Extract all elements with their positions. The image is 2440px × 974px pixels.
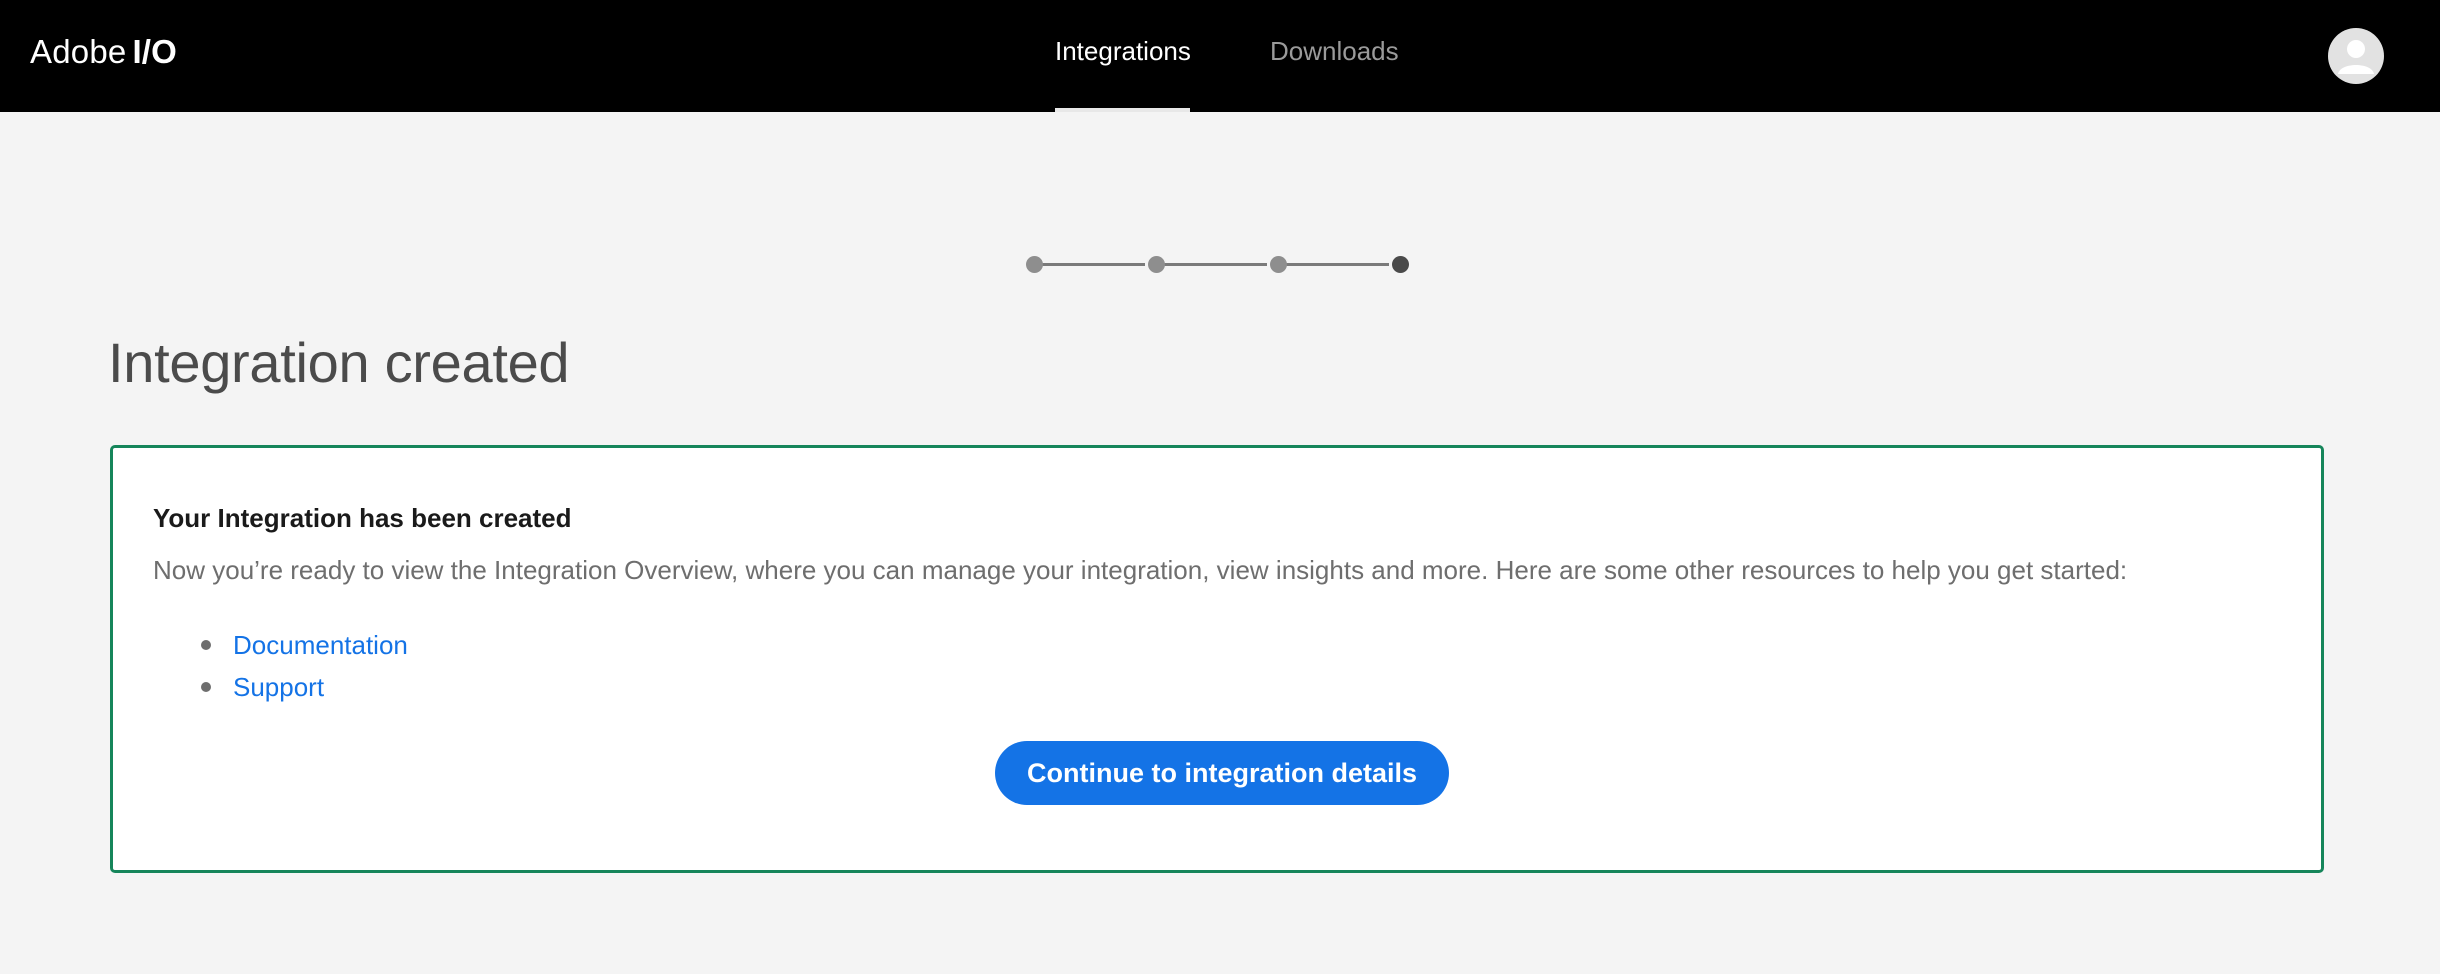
list-item: Documentation bbox=[153, 624, 408, 666]
adobe-io-logo[interactable]: Adobe I/O bbox=[30, 0, 177, 104]
bullet-dot bbox=[201, 640, 211, 650]
support-link[interactable]: Support bbox=[233, 672, 324, 702]
step-connector bbox=[1284, 263, 1389, 266]
card-description: Now you’re ready to view the Integration… bbox=[153, 555, 2128, 585]
step-dot-1 bbox=[1026, 256, 1043, 273]
brand-prefix: Adobe bbox=[30, 33, 127, 70]
continue-to-integration-details-button[interactable]: Continue to integration details bbox=[995, 741, 1449, 805]
success-card: Your Integration has been created Now yo… bbox=[110, 445, 2324, 873]
list-item: Support bbox=[153, 666, 408, 708]
step-connector bbox=[1162, 263, 1267, 266]
user-avatar-icon bbox=[2338, 40, 2374, 74]
tab-downloads[interactable]: Downloads bbox=[1270, 0, 1400, 112]
documentation-link[interactable]: Documentation bbox=[233, 630, 408, 660]
progress-stepper bbox=[1026, 254, 1410, 274]
top-navigation-bar: Adobe I/O Integrations Downloads bbox=[0, 0, 2440, 112]
step-dot-4-current bbox=[1392, 256, 1409, 273]
step-dot-2 bbox=[1148, 256, 1165, 273]
resource-links-list: Documentation Support bbox=[153, 624, 408, 708]
step-dot-3 bbox=[1270, 256, 1287, 273]
card-heading: Your Integration has been created bbox=[153, 503, 572, 533]
user-avatar-button[interactable] bbox=[2328, 28, 2384, 84]
brand-suffix: I/O bbox=[132, 33, 178, 70]
bullet-dot bbox=[201, 682, 211, 692]
page-title: Integration created bbox=[108, 331, 570, 394]
step-connector bbox=[1040, 263, 1145, 266]
tab-integrations[interactable]: Integrations bbox=[1055, 0, 1191, 112]
